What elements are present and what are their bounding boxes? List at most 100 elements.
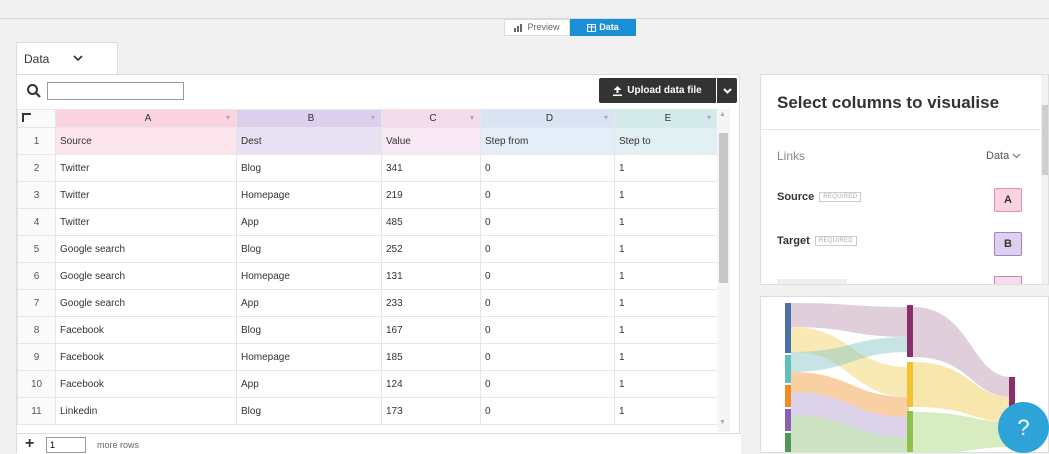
add-rows-button[interactable]: + xyxy=(25,436,34,452)
upload-dropdown-button[interactable] xyxy=(717,78,737,103)
column-header-d[interactable]: D ▾ xyxy=(480,109,615,128)
grid-cell[interactable]: 1 xyxy=(614,343,718,371)
grid-cell[interactable]: 219 xyxy=(381,181,481,209)
rows-count-input[interactable] xyxy=(46,437,86,453)
row-number[interactable]: 8 xyxy=(17,316,56,344)
grid-cell[interactable]: 1 xyxy=(614,208,718,236)
grid-cell[interactable]: 0 xyxy=(480,181,615,209)
column-menu-icon[interactable]: ▾ xyxy=(470,113,474,122)
grid-cell[interactable]: 1 xyxy=(614,370,718,398)
grid-cell[interactable]: 0 xyxy=(480,262,615,290)
target-field-label: Target REQUIRED xyxy=(777,235,857,247)
grid-cell[interactable]: 0 xyxy=(480,316,615,344)
grid-cell[interactable]: Step from xyxy=(480,127,615,155)
row-number[interactable]: 4 xyxy=(17,208,56,236)
grid-cell[interactable]: 124 xyxy=(381,370,481,398)
grid-cell[interactable]: 341 xyxy=(381,154,481,182)
sheet-tab[interactable]: Data xyxy=(16,42,118,74)
column-letter: B xyxy=(307,113,315,124)
grid-cell[interactable]: App xyxy=(236,370,382,398)
preview-tab[interactable]: Preview xyxy=(504,19,570,36)
grid-cell[interactable]: 0 xyxy=(480,397,615,425)
grid-cell[interactable]: Google search xyxy=(55,262,237,290)
sheet-tab-strip: Data xyxy=(16,40,740,74)
grid-cell[interactable]: Twitter xyxy=(55,208,237,236)
panel-scrollbar[interactable] xyxy=(1041,75,1048,284)
grid-cell[interactable]: Facebook xyxy=(55,316,237,344)
grid-cell[interactable]: 0 xyxy=(480,208,615,236)
grid-cell[interactable]: 1 xyxy=(614,181,718,209)
column-header-a[interactable]: A ▾ xyxy=(55,109,237,128)
column-menu-icon[interactable]: ▾ xyxy=(371,113,375,122)
grid-cell[interactable]: Source xyxy=(55,127,237,155)
scroll-up-icon[interactable]: ▲ xyxy=(719,111,726,118)
row-number[interactable]: 6 xyxy=(17,262,56,290)
grid-cell[interactable]: 1 xyxy=(614,397,718,425)
grid-cell[interactable]: Value xyxy=(381,127,481,155)
upload-data-file-button[interactable]: Upload data file xyxy=(599,78,716,103)
row-number[interactable]: 2 xyxy=(17,154,56,182)
grid-cell[interactable]: Blog xyxy=(236,397,382,425)
target-column-badge[interactable]: B xyxy=(994,232,1022,256)
row-number[interactable]: 7 xyxy=(17,289,56,317)
row-number[interactable]: 9 xyxy=(17,343,56,371)
grid-cell[interactable]: 252 xyxy=(381,235,481,263)
grid-cell[interactable]: 131 xyxy=(381,262,481,290)
column-header-c[interactable]: C ▾ xyxy=(381,109,481,128)
grid-cell[interactable]: 185 xyxy=(381,343,481,371)
grid-cell[interactable]: 233 xyxy=(381,289,481,317)
grid-cell[interactable]: Blog xyxy=(236,154,382,182)
search-input[interactable] xyxy=(47,82,184,100)
grid-cell[interactable]: Blog xyxy=(236,316,382,344)
grid-cell[interactable]: 1 xyxy=(614,235,718,263)
grid-cell[interactable]: 0 xyxy=(480,289,615,317)
grid-cell[interactable]: Homepage xyxy=(236,262,382,290)
scrollbar-thumb[interactable] xyxy=(1042,105,1048,175)
grid-cell[interactable]: 1 xyxy=(614,262,718,290)
select-all-corner[interactable] xyxy=(17,109,56,128)
grid-cell[interactable]: 1 xyxy=(614,154,718,182)
grid-cell[interactable]: Dest xyxy=(236,127,382,155)
grid-cell[interactable]: 1 xyxy=(614,289,718,317)
row-number[interactable]: 3 xyxy=(17,181,56,209)
grid-cell[interactable]: 0 xyxy=(480,235,615,263)
grid-cell[interactable]: 0 xyxy=(480,154,615,182)
grid-cell[interactable]: Homepage xyxy=(236,343,382,371)
grid-cell[interactable]: 0 xyxy=(480,370,615,398)
grid-cell[interactable]: 167 xyxy=(381,316,481,344)
source-column-badge[interactable]: A xyxy=(994,188,1022,212)
column-menu-icon[interactable]: ▾ xyxy=(707,113,711,122)
grid-cell[interactable]: Google search xyxy=(55,289,237,317)
row-number[interactable]: 10 xyxy=(17,370,56,398)
table-row: 2 Twitter Blog 341 0 1 xyxy=(17,154,718,182)
grid-cell[interactable]: Facebook xyxy=(55,343,237,371)
scrollbar-thumb[interactable] xyxy=(719,133,728,283)
row-number[interactable]: 1 xyxy=(17,127,56,155)
grid-cell[interactable]: 173 xyxy=(381,397,481,425)
grid-cell[interactable]: Google search xyxy=(55,235,237,263)
next-column-badge[interactable] xyxy=(994,276,1022,284)
grid-cell[interactable]: Twitter xyxy=(55,154,237,182)
column-header-b[interactable]: B ▾ xyxy=(236,109,382,128)
grid-cell[interactable]: Blog xyxy=(236,235,382,263)
data-tab[interactable]: Data xyxy=(570,19,636,36)
grid-scrollbar[interactable]: ▲ ▼ xyxy=(717,109,730,432)
grid-cell[interactable]: 485 xyxy=(381,208,481,236)
column-menu-icon[interactable]: ▾ xyxy=(604,113,608,122)
grid-cell[interactable]: 1 xyxy=(614,316,718,344)
grid-cell[interactable]: 0 xyxy=(480,343,615,371)
grid-cell[interactable]: Linkedin xyxy=(55,397,237,425)
grid-cell[interactable]: Twitter xyxy=(55,181,237,209)
column-menu-icon[interactable]: ▾ xyxy=(226,113,230,122)
column-header-e[interactable]: E ▾ xyxy=(614,109,718,128)
grid-cell[interactable]: App xyxy=(236,208,382,236)
grid-cell[interactable]: App xyxy=(236,289,382,317)
help-button[interactable]: ? xyxy=(998,402,1049,453)
sheet-select[interactable]: Data xyxy=(986,150,1021,162)
row-number[interactable]: 11 xyxy=(17,397,56,425)
grid-cell[interactable]: Step to xyxy=(614,127,718,155)
grid-cell[interactable]: Facebook xyxy=(55,370,237,398)
grid-cell[interactable]: Homepage xyxy=(236,181,382,209)
row-number[interactable]: 5 xyxy=(17,235,56,263)
scroll-down-icon[interactable]: ▼ xyxy=(719,419,726,426)
